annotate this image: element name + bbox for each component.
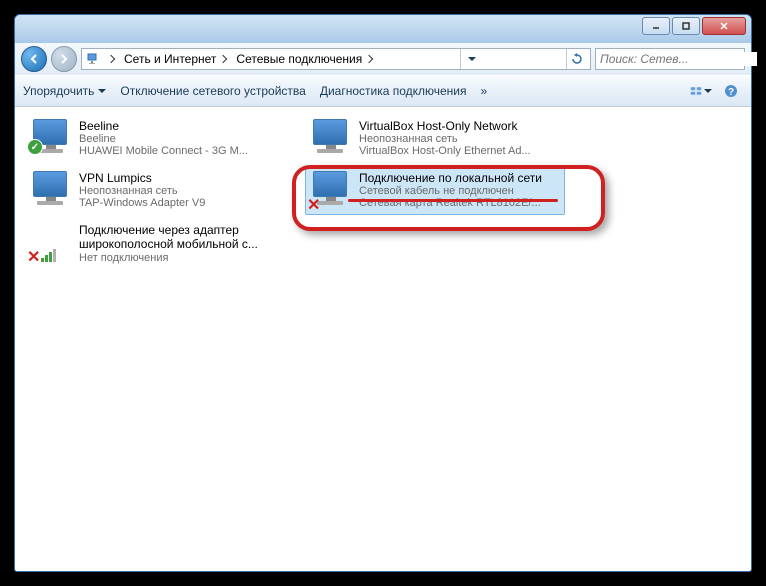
- window-controls: [642, 17, 746, 35]
- nav-back-button[interactable]: [21, 46, 47, 72]
- status-connected-icon: ✓: [27, 139, 43, 155]
- status-disconnected-icon: ✕: [307, 195, 321, 209]
- disable-device-button[interactable]: Отключение сетевого устройства: [120, 84, 305, 98]
- search-input[interactable]: [600, 52, 757, 66]
- diagnose-button[interactable]: Диагностика подключения: [320, 84, 467, 98]
- help-button[interactable]: ?: [719, 80, 743, 102]
- connection-icon: ✓: [27, 117, 75, 161]
- svg-text:?: ?: [728, 87, 734, 98]
- toolbar-label: »: [481, 84, 488, 98]
- connection-item-beeline[interactable]: ✓ Beeline Beeline HUAWEI Mobile Connect …: [25, 115, 285, 163]
- titlebar[interactable]: [15, 15, 751, 43]
- refresh-button[interactable]: [566, 49, 588, 69]
- search-box[interactable]: [595, 48, 745, 70]
- explorer-window: Сеть и Интернет Сетевые подключения Упор…: [14, 14, 752, 572]
- connection-icon: [307, 117, 355, 161]
- items-grid: ✓ Beeline Beeline HUAWEI Mobile Connect …: [25, 115, 741, 267]
- connection-name: VirtualBox Host-Only Network: [359, 119, 563, 133]
- view-options-button[interactable]: [689, 80, 713, 102]
- connection-device: VirtualBox Host-Only Ethernet Ad...: [359, 145, 563, 157]
- connection-name: Подключение по локальной сети: [359, 171, 563, 185]
- toolbar-more-button[interactable]: »: [481, 84, 488, 98]
- network-icon: [84, 50, 102, 68]
- breadcrumb-seg-1[interactable]: Сеть и Интернет: [120, 49, 230, 69]
- breadcrumb-seg-2[interactable]: Сетевые подключения: [232, 49, 376, 69]
- connection-icon: [27, 169, 75, 213]
- connection-name: Beeline: [79, 119, 283, 133]
- connection-status: Нет подключения: [79, 252, 283, 264]
- navbar: Сеть и Интернет Сетевые подключения: [15, 43, 751, 75]
- connection-device: HUAWEI Mobile Connect - 3G M...: [79, 145, 283, 157]
- connection-name: VPN Lumpics: [79, 171, 283, 185]
- maximize-button[interactable]: [672, 17, 700, 35]
- toolbar: Упорядочить Отключение сетевого устройст…: [15, 75, 751, 107]
- connection-item-lan[interactable]: ✕ Подключение по локальной сети Сетевой …: [305, 167, 565, 215]
- connection-name: Подключение через адаптер широкополосной…: [79, 223, 283, 252]
- nav-forward-button[interactable]: [51, 46, 77, 72]
- organize-button[interactable]: Упорядочить: [23, 84, 106, 98]
- connection-device: Сетевая карта Realtek RTL8102E/...: [359, 197, 563, 209]
- connection-item-vpn[interactable]: VPN Lumpics Неопознанная сеть TAP-Window…: [25, 167, 285, 215]
- breadcrumb[interactable]: Сеть и Интернет Сетевые подключения: [81, 48, 591, 70]
- connection-status: Неопознанная сеть: [79, 185, 283, 197]
- breadcrumb-label: Сетевые подключения: [236, 52, 362, 66]
- content-area: ✓ Beeline Beeline HUAWEI Mobile Connect …: [17, 109, 749, 569]
- connection-status: Beeline: [79, 133, 283, 145]
- toolbar-label: Диагностика подключения: [320, 84, 467, 98]
- connection-icon: ✕: [307, 169, 355, 213]
- connection-status: Неопознанная сеть: [359, 133, 563, 145]
- toolbar-label: Упорядочить: [23, 84, 94, 98]
- breadcrumb-history-button[interactable]: [460, 49, 482, 69]
- close-button[interactable]: [702, 17, 746, 35]
- connection-icon: ✕: [27, 221, 75, 265]
- connection-status: Сетевой кабель не подключен: [359, 185, 563, 197]
- signal-bars-icon: [41, 249, 56, 262]
- connection-item-virtualbox[interactable]: VirtualBox Host-Only Network Неопознанна…: [305, 115, 565, 163]
- toolbar-label: Отключение сетевого устройства: [120, 84, 305, 98]
- minimize-button[interactable]: [642, 17, 670, 35]
- status-disconnected-icon: ✕: [27, 247, 41, 261]
- breadcrumb-dropdown[interactable]: [104, 49, 118, 69]
- connection-item-broadband[interactable]: ✕ Подключение через адаптер широкополосн…: [25, 219, 285, 267]
- breadcrumb-label: Сеть и Интернет: [124, 52, 216, 66]
- connection-device: TAP-Windows Adapter V9: [79, 197, 283, 209]
